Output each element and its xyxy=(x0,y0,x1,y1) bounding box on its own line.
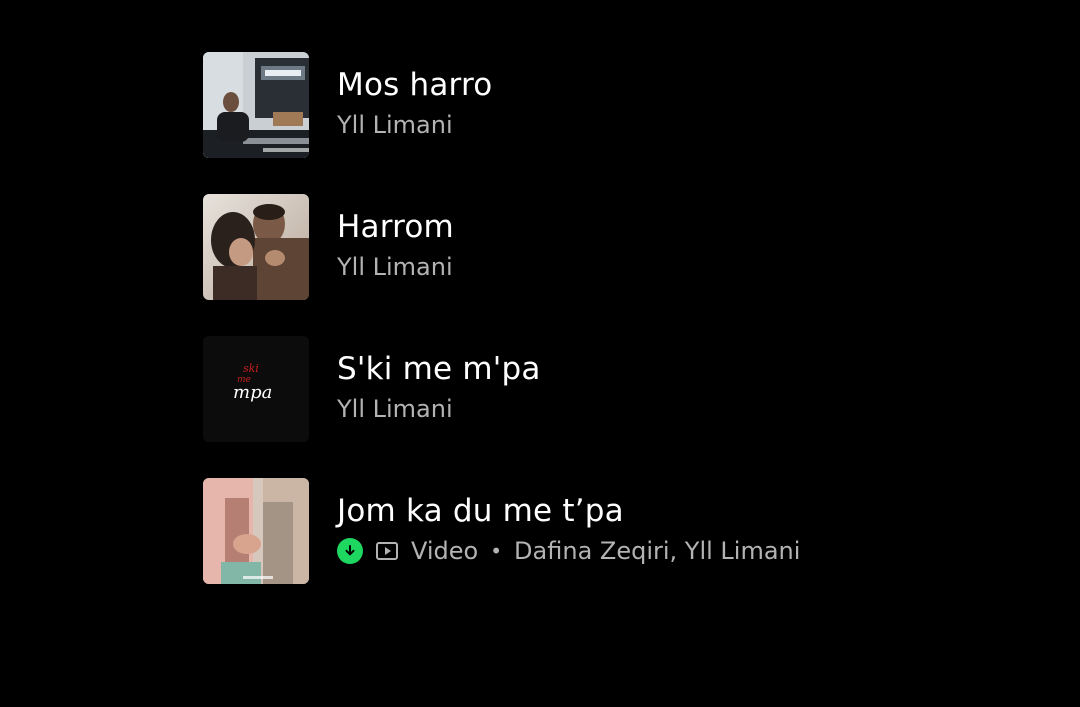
track-subtitle: Video • Dafina Zeqiri, Yll Limani xyxy=(337,536,1023,566)
track-meta: Harrom Yll Limani xyxy=(337,208,1023,282)
track-meta: Mos harro Yll Limani xyxy=(337,66,1023,140)
svg-text:ski: ski xyxy=(243,362,259,375)
album-cover-ski-me-mpa[interactable]: ski me mpa xyxy=(203,336,309,442)
album-cover-jom-ka-du-me-tpa[interactable] xyxy=(203,478,309,584)
download-arrow-icon xyxy=(337,538,363,564)
track-row-harrom[interactable]: Harrom Yll Limani xyxy=(203,194,1023,300)
track-title[interactable]: Mos harro xyxy=(337,66,1023,104)
track-title[interactable]: Harrom xyxy=(337,208,1023,246)
video-play-icon xyxy=(375,541,399,561)
track-type-label: Video xyxy=(411,537,479,565)
album-cover-mos-harro[interactable] xyxy=(203,52,309,158)
track-meta: Jom ka du me t’pa Video • Dafina Zeqiri,… xyxy=(337,492,1023,566)
track-subtitle: Yll Limani xyxy=(337,110,1023,140)
track-row-jom-ka-du-me-tpa[interactable]: Jom ka du me t’pa Video • Dafina Zeqiri,… xyxy=(203,478,1023,584)
track-artist[interactable]: Yll Limani xyxy=(337,110,453,140)
track-title[interactable]: Jom ka du me t’pa xyxy=(337,492,1023,530)
track-subtitle: Yll Limani xyxy=(337,394,1023,424)
track-list: Mos harro Yll Limani Harrom Yll Limani s… xyxy=(203,52,1023,620)
track-artist[interactable]: Yll Limani xyxy=(337,252,453,282)
track-meta: S'ki me m'pa Yll Limani xyxy=(337,350,1023,424)
track-artist[interactable]: Yll Limani xyxy=(337,394,453,424)
track-artist[interactable]: Dafina Zeqiri, Yll Limani xyxy=(514,536,800,566)
album-cover-harrom[interactable] xyxy=(203,194,309,300)
separator-dot: • xyxy=(490,539,503,563)
track-title[interactable]: S'ki me m'pa xyxy=(337,350,1023,388)
track-row-ski-me-mpa[interactable]: ski me mpa S'ki me m'pa Yll Limani xyxy=(203,336,1023,442)
track-subtitle: Yll Limani xyxy=(337,252,1023,282)
svg-text:mpa: mpa xyxy=(233,382,272,403)
track-row-mos-harro[interactable]: Mos harro Yll Limani xyxy=(203,52,1023,158)
